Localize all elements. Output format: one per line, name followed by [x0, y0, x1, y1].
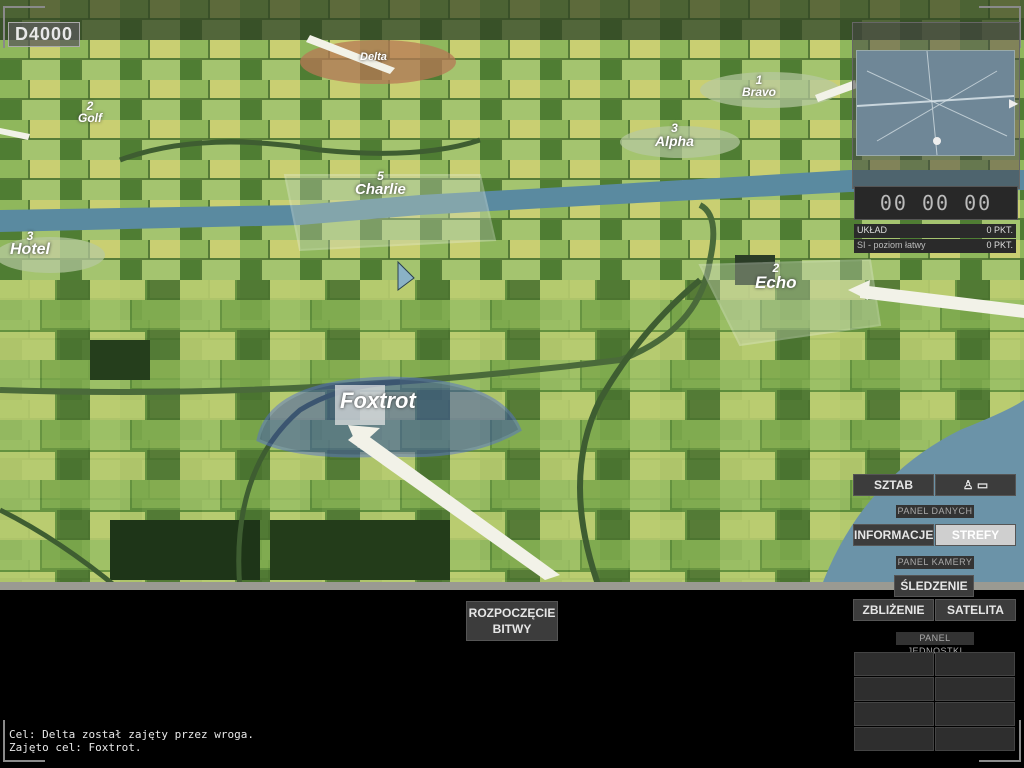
stat-ai-label: SI - poziom łatwy — [857, 240, 926, 250]
zone-echo-label[interactable]: 2 Echo — [755, 262, 797, 291]
unit-slot[interactable] — [935, 652, 1015, 676]
unit-slot[interactable] — [935, 727, 1015, 751]
zone-charlie-label[interactable]: 5 Charlie — [355, 170, 406, 197]
chat-button[interactable]: ♙ ▭ — [935, 474, 1016, 496]
satelita-button[interactable]: SATELITA — [935, 599, 1016, 621]
unit-slot[interactable] — [854, 652, 934, 676]
stat-ai-row: SI - poziom łatwy 0 PKT. — [854, 239, 1016, 253]
start-battle-line2: BITWY — [492, 622, 532, 636]
zone-bravo-label[interactable]: 1 Bravo — [742, 74, 776, 98]
panel-jednostki-label: PANEL JEDNOSTKI — [896, 632, 974, 656]
unit-slot[interactable] — [935, 702, 1015, 726]
informacje-button[interactable]: INFORMACJE — [853, 524, 934, 546]
panel-kamery-label: PANEL KAMERY — [896, 556, 974, 569]
stat-layout-label: UKŁAD — [857, 225, 888, 235]
message-log: Cel: Delta został zajęty przez wroga. Za… — [9, 728, 254, 754]
start-battle-button[interactable]: ROZPOCZĘCIE BITWY — [466, 601, 558, 641]
unit-slot[interactable] — [854, 677, 934, 701]
unit-slot[interactable] — [854, 702, 934, 726]
zone-delta-label[interactable]: Delta — [360, 52, 387, 63]
sztab-button[interactable]: SZTAB — [853, 474, 934, 496]
log-line: Zajęto cel: Foxtrot. — [9, 741, 142, 754]
start-battle-line1: ROZPOCZĘCIE — [468, 606, 556, 620]
minimap-expand-icon[interactable]: ▶ — [1009, 96, 1018, 110]
stat-layout-row: UKŁAD 0 PKT. — [854, 224, 1016, 238]
zone-golf-label[interactable]: 2 Golf — [78, 100, 102, 124]
zone-hotel-label[interactable]: 3 Hotel — [10, 230, 50, 258]
stat-ai-value: 0 PKT. — [986, 240, 1013, 250]
score-display: D4000 — [8, 22, 81, 47]
zblizenie-button[interactable]: ZBLIŻENIE — [853, 599, 934, 621]
unit-slot[interactable] — [935, 677, 1015, 701]
sledzenie-button[interactable]: ŚLEDZENIE — [894, 575, 974, 597]
zone-alpha-label[interactable]: 3 Alpha — [655, 122, 694, 148]
stat-layout-value: 0 PKT. — [986, 225, 1013, 235]
person-icon: ♙ — [962, 478, 974, 492]
log-line: Cel: Delta został zajęty przez wroga. — [9, 728, 255, 741]
zone-foxtrot-label[interactable]: Foxtrot — [340, 390, 416, 412]
minimap[interactable] — [856, 50, 1015, 156]
battle-timer: 00 00 00 — [854, 186, 1018, 220]
chat-icon: ▭ — [976, 478, 989, 492]
strefy-button[interactable]: STREFY — [935, 524, 1016, 546]
unit-slot[interactable] — [854, 727, 934, 751]
panel-danych-label: PANEL DANYCH — [896, 505, 974, 518]
